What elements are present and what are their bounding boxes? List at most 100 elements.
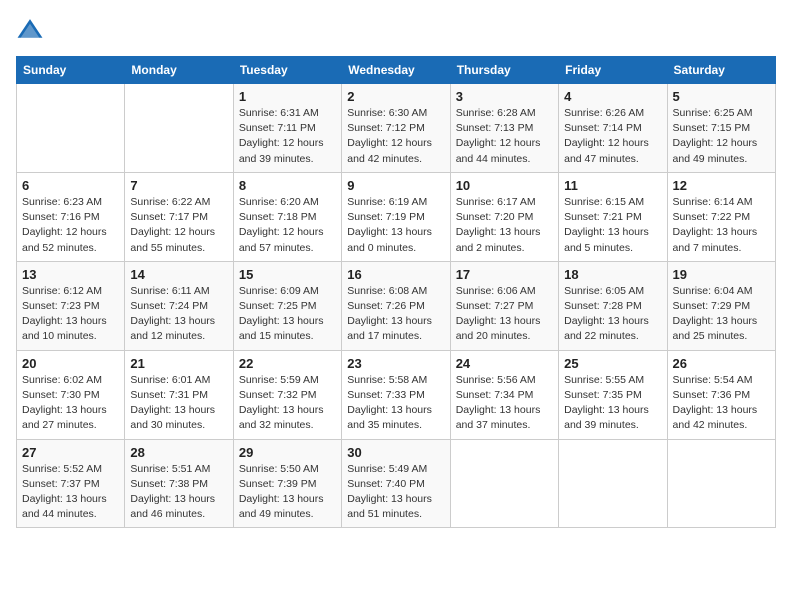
calendar-header: SundayMondayTuesdayWednesdayThursdayFrid…	[17, 57, 776, 84]
day-number: 9	[347, 178, 444, 193]
calendar-table: SundayMondayTuesdayWednesdayThursdayFrid…	[16, 56, 776, 528]
day-detail: Sunrise: 6:30 AM Sunset: 7:12 PM Dayligh…	[347, 106, 444, 167]
day-detail: Sunrise: 5:49 AM Sunset: 7:40 PM Dayligh…	[347, 462, 444, 523]
day-number: 8	[239, 178, 336, 193]
day-number: 17	[456, 267, 553, 282]
header-cell-tuesday: Tuesday	[233, 57, 341, 84]
day-number: 2	[347, 89, 444, 104]
calendar-cell: 23Sunrise: 5:58 AM Sunset: 7:33 PM Dayli…	[342, 350, 450, 439]
calendar-body: 1 Sunrise: 6:31 AM Sunset: 7:11 PM Daylig…	[17, 84, 776, 528]
day-detail: Sunrise: 6:22 AM Sunset: 7:17 PM Dayligh…	[130, 195, 227, 256]
day-detail: Sunrise: 6:26 AM Sunset: 7:14 PM Dayligh…	[564, 106, 661, 167]
day-number: 22	[239, 356, 336, 371]
day-number: 29	[239, 445, 336, 460]
calendar-cell: 7Sunrise: 6:22 AM Sunset: 7:17 PM Daylig…	[125, 172, 233, 261]
header-cell-monday: Monday	[125, 57, 233, 84]
day-detail: Sunrise: 5:54 AM Sunset: 7:36 PM Dayligh…	[673, 373, 770, 434]
day-number: 30	[347, 445, 444, 460]
day-detail: Sunrise: 5:52 AM Sunset: 7:37 PM Dayligh…	[22, 462, 119, 523]
day-number: 27	[22, 445, 119, 460]
day-number: 14	[130, 267, 227, 282]
day-detail: Sunrise: 6:17 AM Sunset: 7:20 PM Dayligh…	[456, 195, 553, 256]
header-cell-wednesday: Wednesday	[342, 57, 450, 84]
page-header	[16, 16, 776, 44]
calendar-cell: 20Sunrise: 6:02 AM Sunset: 7:30 PM Dayli…	[17, 350, 125, 439]
calendar-week-2: 6 Sunrise: 6:23 AM Sunset: 7:16 PM Daylig…	[17, 172, 776, 261]
day-number: 21	[130, 356, 227, 371]
calendar-cell: 9 Sunrise: 6:19 AM Sunset: 7:19 PM Daylig…	[342, 172, 450, 261]
calendar-cell: 28 Sunrise: 5:51 AM Sunset: 7:38 PM Dayli…	[125, 439, 233, 528]
header-row: SundayMondayTuesdayWednesdayThursdayFrid…	[17, 57, 776, 84]
day-detail: Sunrise: 6:12 AM Sunset: 7:23 PM Dayligh…	[22, 284, 119, 345]
calendar-cell: 26 Sunrise: 5:54 AM Sunset: 7:36 PM Dayli…	[667, 350, 775, 439]
calendar-cell: 6 Sunrise: 6:23 AM Sunset: 7:16 PM Daylig…	[17, 172, 125, 261]
day-detail: Sunrise: 6:23 AM Sunset: 7:16 PM Dayligh…	[22, 195, 119, 256]
day-detail: Sunrise: 6:20 AM Sunset: 7:18 PM Dayligh…	[239, 195, 336, 256]
day-number: 4	[564, 89, 661, 104]
day-detail: Sunrise: 6:14 AM Sunset: 7:22 PM Dayligh…	[673, 195, 770, 256]
calendar-cell: 3 Sunrise: 6:28 AM Sunset: 7:13 PM Daylig…	[450, 84, 558, 173]
day-detail: Sunrise: 6:19 AM Sunset: 7:19 PM Dayligh…	[347, 195, 444, 256]
calendar-cell: 19 Sunrise: 6:04 AM Sunset: 7:29 PM Dayli…	[667, 261, 775, 350]
day-detail: Sunrise: 6:11 AM Sunset: 7:24 PM Dayligh…	[130, 284, 227, 345]
day-number: 10	[456, 178, 553, 193]
calendar-cell: 8 Sunrise: 6:20 AM Sunset: 7:18 PM Daylig…	[233, 172, 341, 261]
day-detail: Sunrise: 6:09 AM Sunset: 7:25 PM Dayligh…	[239, 284, 336, 345]
calendar-cell: 17 Sunrise: 6:06 AM Sunset: 7:27 PM Dayli…	[450, 261, 558, 350]
day-number: 13	[22, 267, 119, 282]
day-number: 5	[673, 89, 770, 104]
logo-icon	[16, 16, 44, 44]
calendar-cell: 21 Sunrise: 6:01 AM Sunset: 7:31 PM Dayli…	[125, 350, 233, 439]
calendar-cell: 1 Sunrise: 6:31 AM Sunset: 7:11 PM Daylig…	[233, 84, 341, 173]
day-detail: Sunrise: 6:01 AM Sunset: 7:31 PM Dayligh…	[130, 373, 227, 434]
day-number: 26	[673, 356, 770, 371]
day-detail: Sunrise: 6:31 AM Sunset: 7:11 PM Dayligh…	[239, 106, 336, 167]
header-cell-friday: Friday	[559, 57, 667, 84]
day-number: 6	[22, 178, 119, 193]
day-detail: Sunrise: 5:51 AM Sunset: 7:38 PM Dayligh…	[130, 462, 227, 523]
day-number: 15	[239, 267, 336, 282]
day-number: 1	[239, 89, 336, 104]
day-number: 25	[564, 356, 661, 371]
calendar-week-1: 1 Sunrise: 6:31 AM Sunset: 7:11 PM Daylig…	[17, 84, 776, 173]
day-number: 16	[347, 267, 444, 282]
calendar-cell: 29 Sunrise: 5:50 AM Sunset: 7:39 PM Dayli…	[233, 439, 341, 528]
calendar-cell: 25 Sunrise: 5:55 AM Sunset: 7:35 PM Dayli…	[559, 350, 667, 439]
calendar-cell: 10 Sunrise: 6:17 AM Sunset: 7:20 PM Dayli…	[450, 172, 558, 261]
calendar-cell: 27 Sunrise: 5:52 AM Sunset: 7:37 PM Dayli…	[17, 439, 125, 528]
day-detail: Sunrise: 6:15 AM Sunset: 7:21 PM Dayligh…	[564, 195, 661, 256]
calendar-cell: 24 Sunrise: 5:56 AM Sunset: 7:34 PM Dayli…	[450, 350, 558, 439]
calendar-cell: 13 Sunrise: 6:12 AM Sunset: 7:23 PM Dayli…	[17, 261, 125, 350]
calendar-cell: 4 Sunrise: 6:26 AM Sunset: 7:14 PM Daylig…	[559, 84, 667, 173]
calendar-cell: 12 Sunrise: 6:14 AM Sunset: 7:22 PM Dayli…	[667, 172, 775, 261]
logo	[16, 16, 48, 44]
day-detail: Sunrise: 6:08 AM Sunset: 7:26 PM Dayligh…	[347, 284, 444, 345]
day-detail: Sunrise: 6:06 AM Sunset: 7:27 PM Dayligh…	[456, 284, 553, 345]
calendar-cell: 2 Sunrise: 6:30 AM Sunset: 7:12 PM Daylig…	[342, 84, 450, 173]
day-detail: Sunrise: 6:28 AM Sunset: 7:13 PM Dayligh…	[456, 106, 553, 167]
day-number: 3	[456, 89, 553, 104]
calendar-cell: 30 Sunrise: 5:49 AM Sunset: 7:40 PM Dayli…	[342, 439, 450, 528]
calendar-cell	[450, 439, 558, 528]
day-detail: Sunrise: 6:02 AM Sunset: 7:30 PM Dayligh…	[22, 373, 119, 434]
day-detail: Sunrise: 5:58 AM Sunset: 7:33 PM Dayligh…	[347, 373, 444, 434]
header-cell-sunday: Sunday	[17, 57, 125, 84]
day-number: 18	[564, 267, 661, 282]
calendar-cell: 15 Sunrise: 6:09 AM Sunset: 7:25 PM Dayli…	[233, 261, 341, 350]
calendar-cell	[17, 84, 125, 173]
calendar-week-5: 27 Sunrise: 5:52 AM Sunset: 7:37 PM Dayli…	[17, 439, 776, 528]
day-detail: Sunrise: 6:25 AM Sunset: 7:15 PM Dayligh…	[673, 106, 770, 167]
calendar-cell: 11Sunrise: 6:15 AM Sunset: 7:21 PM Dayli…	[559, 172, 667, 261]
header-cell-saturday: Saturday	[667, 57, 775, 84]
calendar-cell: 22 Sunrise: 5:59 AM Sunset: 7:32 PM Dayli…	[233, 350, 341, 439]
day-number: 24	[456, 356, 553, 371]
day-detail: Sunrise: 5:56 AM Sunset: 7:34 PM Dayligh…	[456, 373, 553, 434]
day-detail: Sunrise: 5:55 AM Sunset: 7:35 PM Dayligh…	[564, 373, 661, 434]
day-detail: Sunrise: 6:04 AM Sunset: 7:29 PM Dayligh…	[673, 284, 770, 345]
day-number: 28	[130, 445, 227, 460]
calendar-cell: 5 Sunrise: 6:25 AM Sunset: 7:15 PM Daylig…	[667, 84, 775, 173]
day-number: 12	[673, 178, 770, 193]
day-detail: Sunrise: 5:50 AM Sunset: 7:39 PM Dayligh…	[239, 462, 336, 523]
day-detail: Sunrise: 5:59 AM Sunset: 7:32 PM Dayligh…	[239, 373, 336, 434]
day-number: 19	[673, 267, 770, 282]
